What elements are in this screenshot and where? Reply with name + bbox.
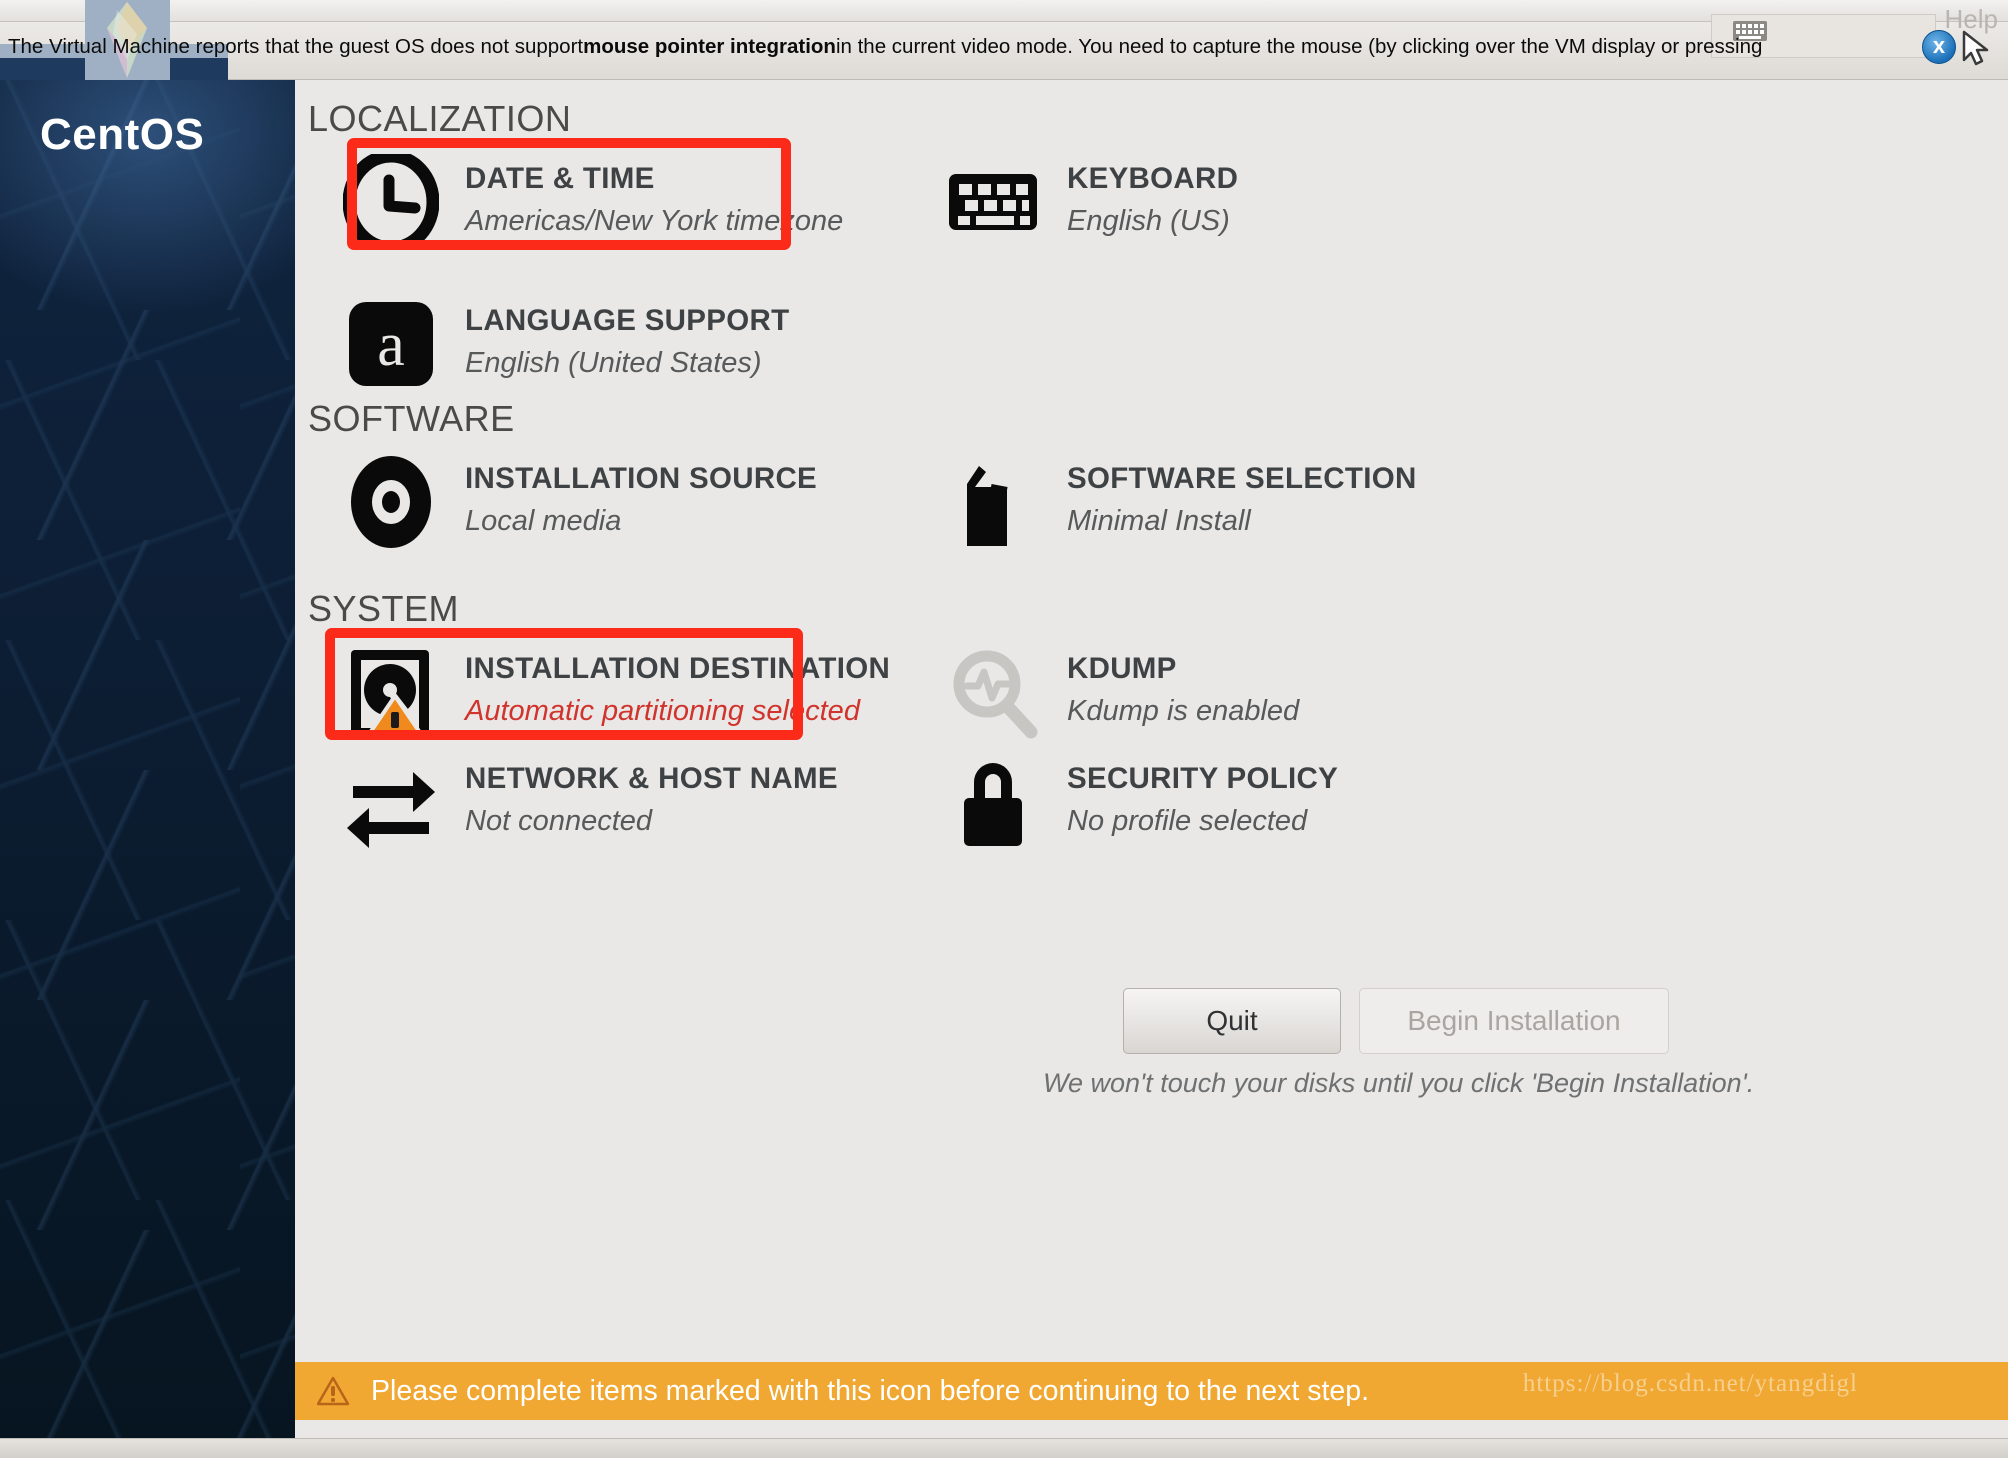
watermark: https://blog.csdn.net/ytangdigl (1522, 1370, 1858, 1397)
vbox-title-bar (0, 0, 2008, 22)
spoke-status: Kdump is enabled (1067, 695, 1300, 728)
spoke-status: Automatic partitioning selected (465, 695, 860, 728)
spoke-security-policy[interactable]: SECURITY POLICY No profile selected (945, 748, 1545, 856)
quit-button[interactable]: Quit (1123, 988, 1341, 1054)
section-title-localization: LOCALIZATION (308, 98, 572, 139)
spoke-date-and-time[interactable]: DATE & TIME Americas/New York timezone (343, 148, 943, 256)
spoke-keyboard[interactable]: KEYBOARD English (US) (945, 148, 1545, 256)
spoke-status: No profile selected (1067, 805, 1308, 838)
spoke-title: NETWORK & HOST NAME (465, 762, 838, 796)
spoke-title: INSTALLATION SOURCE (465, 462, 818, 496)
spoke-title: KEYBOARD (1067, 162, 1239, 196)
language-icon: a (343, 296, 439, 392)
vbox-status-bar (0, 1438, 2008, 1458)
spoke-installation-destination[interactable]: INSTALLATION DESTINATION Automatic parti… (343, 638, 943, 746)
spoke-title: INSTALLATION DESTINATION (465, 652, 891, 686)
spoke-title: LANGUAGE SUPPORT (465, 304, 790, 338)
spoke-status: English (US) (1067, 205, 1230, 238)
spoke-status: Americas/New York timezone (465, 205, 844, 238)
section-title-software: SOFTWARE (308, 398, 515, 439)
vm-display[interactable]: CentOS LOCALIZATION DATE & TIME Americas… (0, 80, 2008, 1438)
notification-text-before: The Virtual Machine reports that the gue… (8, 35, 584, 58)
clock-icon (343, 154, 439, 250)
lock-icon (945, 754, 1041, 850)
warning-text: Please complete items marked with this i… (371, 1374, 1370, 1407)
warning-triangle-icon (317, 1376, 349, 1406)
spoke-network-and-host-name[interactable]: NETWORK & HOST NAME Not connected (343, 748, 943, 856)
centos-logo: CentOS (40, 110, 205, 159)
spoke-status: English (United States) (465, 347, 762, 380)
section-title-system: SYSTEM (308, 588, 460, 629)
spoke-installation-source[interactable]: INSTALLATION SOURCE Local media (343, 448, 943, 556)
harddrive-icon (343, 644, 439, 740)
spoke-status: Not connected (465, 805, 653, 838)
footer-note: We won't touch your disks until you clic… (1043, 1068, 1755, 1098)
network-arrows-icon (343, 754, 439, 850)
spoke-software-selection[interactable]: SOFTWARE SELECTION Minimal Install (945, 448, 1545, 556)
notification-text-after: in the current video mode. You need to c… (835, 35, 1763, 58)
screen: Help x The Virtual Machine reports that … (0, 0, 2008, 1458)
spoke-title: DATE & TIME (465, 162, 655, 196)
spoke-title: SECURITY POLICY (1067, 762, 1339, 796)
installation-summary-hub: LOCALIZATION DATE & TIME Americas/New Yo… (295, 80, 2008, 1438)
warning-bar: Please complete items marked with this i… (295, 1362, 2008, 1420)
mouse-integration-notification: The Virtual Machine reports that the gue… (0, 26, 2008, 68)
spoke-kdump[interactable]: KDUMP Kdump is enabled (945, 638, 1545, 746)
installer-sidebar: CentOS (0, 80, 295, 1438)
spoke-title: KDUMP (1067, 652, 1177, 686)
magnifier-pulse-icon (945, 644, 1041, 740)
spoke-title: SOFTWARE SELECTION (1067, 462, 1417, 496)
spoke-status: Local media (465, 505, 622, 538)
spoke-status: Minimal Install (1067, 505, 1251, 538)
begin-installation-button: Begin Installation (1359, 988, 1669, 1054)
notification-emphasis: mouse pointer integration (583, 35, 836, 58)
sidebar-pattern (0, 80, 295, 1438)
spoke-language-support[interactable]: a LANGUAGE SUPPORT English (United State… (343, 290, 943, 398)
keyboard-icon (945, 154, 1041, 250)
disc-icon (343, 454, 439, 550)
package-icon (945, 454, 1041, 550)
